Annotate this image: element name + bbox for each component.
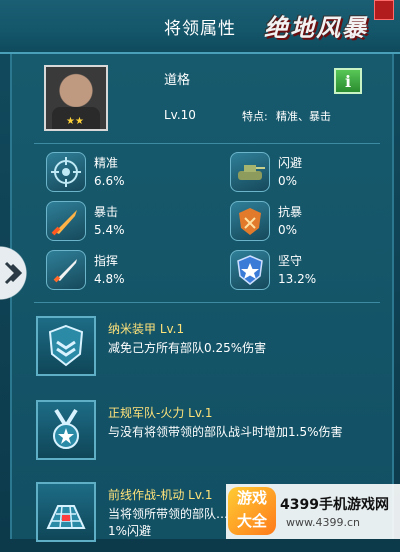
divider: [34, 143, 380, 144]
skill-description: 减免己方所有部队0.25%伤害: [108, 341, 267, 355]
shield-burst-icon: [230, 201, 270, 241]
missile-icon: [46, 201, 86, 241]
hero-name: 道格: [164, 73, 191, 88]
close-button[interactable]: [374, 0, 394, 20]
site-name: 4399手机游戏网: [280, 497, 389, 513]
trait-value: 精准、暴击: [276, 110, 331, 123]
stat-name: 暴击: [94, 205, 119, 219]
stat-value: 0%: [278, 223, 298, 237]
hero-portrait: ★★: [44, 65, 108, 131]
skill-description: 与没有将领带领的部队战斗时增加1.5%伤害: [108, 425, 343, 439]
skill-name: 正规军队-火力 Lv.1: [108, 406, 213, 420]
stat-crit: 暴击 5.4%: [46, 201, 216, 241]
star-rating: ★★: [66, 116, 84, 127]
divider: [34, 302, 380, 303]
stat-command: 指挥 4.8%: [46, 250, 216, 290]
stat-crit-resist: 抗暴 0%: [230, 201, 400, 241]
stat-name: 指挥: [94, 254, 119, 268]
game-window: 将领属性 绝地风暴 ★★ 道格 Lv.10 特点: 精准、暴击 i 精准 6.6…: [0, 0, 400, 542]
star-shield-icon: [230, 250, 270, 290]
title-bar: 将领属性 绝地风暴: [0, 0, 400, 54]
stat-value: 0%: [278, 174, 298, 188]
crosshair-icon: [46, 152, 86, 192]
site-watermark: 游戏 大全 4399手机游戏网 www.4399.cn: [226, 484, 400, 539]
site-url: www.4399.cn: [286, 516, 360, 529]
medal-icon: [36, 400, 96, 460]
skill-name: 前线作战-机动 Lv.1: [108, 488, 213, 502]
stat-precision: 精准 6.6%: [46, 152, 216, 192]
stat-dodge: 闪避 0%: [230, 152, 400, 192]
tank-icon: [230, 152, 270, 192]
trait-label: 特点:: [242, 110, 268, 123]
stat-value: 13.2%: [278, 272, 317, 286]
chevron-shield-icon: [36, 316, 96, 376]
skill-name: 纳米装甲 Lv.1: [108, 322, 185, 336]
rocket-icon: [46, 250, 86, 290]
stat-value: 5.4%: [94, 223, 125, 237]
game-logo: 绝地风暴: [264, 13, 368, 42]
stat-value: 4.8%: [94, 272, 125, 286]
stat-name: 精准: [94, 156, 119, 170]
skill-item: 纳米装甲 Lv.1 减免己方所有部队0.25%伤害: [36, 316, 380, 386]
stat-name: 闪避: [278, 156, 303, 170]
stat-name: 抗暴: [278, 205, 303, 219]
stat-name: 坚守: [278, 254, 303, 268]
grid-icon: [36, 482, 96, 542]
info-button[interactable]: i: [334, 68, 362, 94]
side-drawer-handle[interactable]: [0, 243, 30, 303]
hero-level: Lv.10: [164, 108, 196, 122]
skill-item: 正规军队-火力 Lv.1 与没有将领带领的部队战斗时增加1.5%伤害: [36, 400, 380, 470]
stat-defense: 坚守 13.2%: [230, 250, 400, 290]
site-logo: 游戏 大全: [228, 487, 276, 535]
stat-value: 6.6%: [94, 174, 125, 188]
hero-card: ★★ 道格 Lv.10 特点: 精准、暴击: [34, 61, 380, 139]
